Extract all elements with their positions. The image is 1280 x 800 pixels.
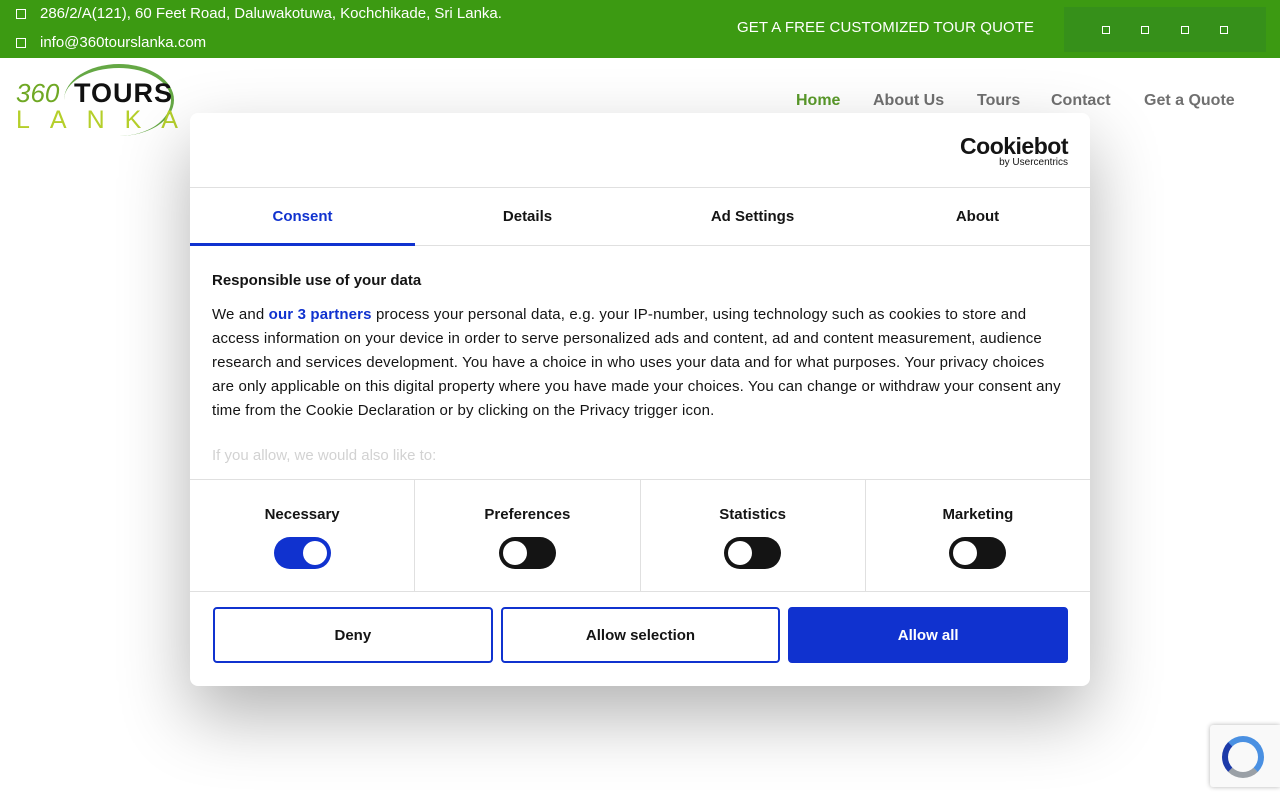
nav-home[interactable]: Home: [796, 92, 840, 110]
tab-details[interactable]: Details: [415, 188, 640, 245]
cookiebot-logo[interactable]: Cookiebot by Usercentrics: [960, 135, 1068, 169]
social-icon-4[interactable]: [1220, 25, 1229, 34]
toggle-marketing: Marketing: [866, 480, 1090, 591]
dialog-buttons: Deny Allow selection Allow all: [190, 592, 1090, 663]
recaptcha-badge[interactable]: [1210, 725, 1280, 787]
deny-button[interactable]: Deny: [213, 607, 493, 663]
consent-text-start: We and: [212, 306, 269, 323]
site-logo[interactable]: 360 TOURS LANKA: [16, 64, 178, 140]
free-quote-link[interactable]: GET A FREE CUSTOMIZED TOUR QUOTE: [737, 19, 1034, 36]
toggle-label-preferences: Preferences: [484, 506, 571, 523]
email-line[interactable]: info@360tourslanka.com: [16, 34, 206, 51]
nav-tours[interactable]: Tours: [977, 92, 1020, 110]
logo-tours: TOURS: [74, 78, 174, 108]
switch-knob: [302, 541, 327, 565]
nav-get-a-quote[interactable]: Get a Quote: [1144, 92, 1235, 110]
switch-knob: [953, 541, 978, 565]
tab-ad-settings[interactable]: Ad Settings: [640, 188, 865, 245]
social-icon-2[interactable]: [1141, 25, 1150, 34]
dialog-header: Cookiebot by Usercentrics: [190, 113, 1090, 188]
switch-knob: [728, 541, 753, 565]
switch-knob: [502, 541, 527, 565]
address-line: 286/2/A(121), 60 Feet Road, Daluwakotuwa…: [16, 5, 502, 22]
tab-about[interactable]: About: [865, 188, 1090, 245]
allow-all-button[interactable]: Allow all: [788, 607, 1069, 663]
preferences-switch[interactable]: [498, 537, 556, 569]
consent-heading: Responsible use of your data: [212, 272, 422, 289]
toggle-preferences: Preferences: [415, 480, 641, 591]
partners-link[interactable]: our 3 partners: [269, 306, 372, 323]
toggle-label-marketing: Marketing: [942, 506, 1014, 523]
tab-consent[interactable]: Consent: [190, 188, 415, 246]
statistics-switch[interactable]: [724, 537, 782, 569]
nav-contact[interactable]: Contact: [1051, 92, 1111, 110]
consent-body: Responsible use of your data We and our …: [190, 246, 1090, 479]
location-icon: [16, 8, 26, 19]
toggle-necessary: Necessary: [190, 480, 416, 591]
toggle-statistics: Statistics: [641, 480, 866, 591]
allow-intro-text: If you allow, we would also like to:: [212, 447, 437, 464]
logo-360: 360: [16, 78, 60, 108]
consent-text: We and our 3 partners process your perso…: [212, 303, 1068, 423]
social-icon-1[interactable]: [1101, 25, 1110, 34]
toggle-label-necessary: Necessary: [264, 506, 340, 523]
cookie-consent-dialog: Cookiebot by Usercentrics Consent Detail…: [190, 113, 1090, 686]
allow-selection-button[interactable]: Allow selection: [500, 607, 781, 663]
social-links: [1064, 7, 1266, 52]
email-link[interactable]: info@360tourslanka.com: [40, 34, 206, 51]
social-icon-3[interactable]: [1180, 25, 1189, 34]
address-text: 286/2/A(121), 60 Feet Road, Daluwakotuwa…: [40, 5, 502, 22]
cookiebot-brand: Cookiebot: [960, 133, 1068, 159]
toggle-label-statistics: Statistics: [719, 506, 786, 523]
necessary-switch[interactable]: [273, 537, 331, 569]
envelope-icon: [16, 37, 26, 48]
top-info-bar: 286/2/A(121), 60 Feet Road, Daluwakotuwa…: [0, 0, 1280, 58]
consent-toggles: Necessary Preferences Statistics Marketi…: [190, 479, 1090, 592]
logo-lanka: LANKA: [16, 106, 198, 134]
marketing-switch[interactable]: [949, 537, 1007, 569]
nav-about-us[interactable]: About Us: [873, 92, 944, 110]
recaptcha-icon: [1222, 736, 1264, 778]
dialog-tabs: Consent Details Ad Settings About: [190, 188, 1090, 246]
